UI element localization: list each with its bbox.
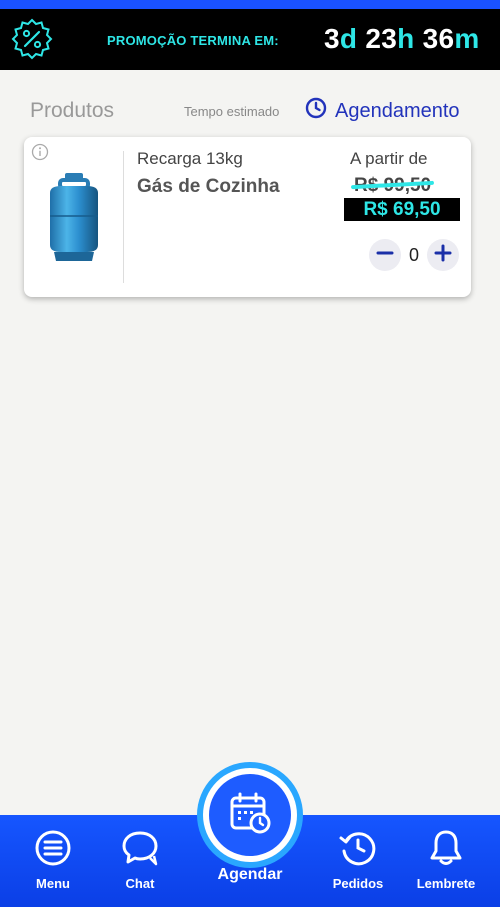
plus-icon [434, 244, 452, 267]
countdown-minutes-unit: m [454, 23, 480, 54]
estimated-time-label: Tempo estimado [184, 104, 280, 119]
bell-icon [426, 815, 466, 872]
nav-chat[interactable]: Chat [100, 815, 180, 907]
percent-badge-icon [10, 17, 54, 61]
schedule-button-label: Agendar [217, 866, 283, 883]
minus-icon [376, 244, 394, 267]
nav-reminder[interactable]: Lembrete [406, 815, 486, 907]
product-card[interactable]: Recarga 13kg Gás de Cozinha A partir de … [24, 137, 471, 297]
nav-menu[interactable]: Menu [13, 815, 93, 907]
countdown-hours: 23 [365, 23, 398, 54]
countdown-minutes: 36 [422, 23, 455, 54]
menu-icon [34, 815, 72, 872]
promo-price: R$ 69,50 [344, 198, 460, 221]
countdown-hours-unit: h [397, 23, 415, 54]
card-divider [123, 151, 124, 283]
decrease-button[interactable] [369, 239, 401, 271]
quantity-value: 0 [408, 245, 419, 265]
countdown-days-unit: d [339, 23, 358, 54]
nav-reminder-label: Lembrete [416, 876, 476, 891]
countdown-timer: 3d 23h 36m [324, 23, 480, 55]
from-label: A partir de [350, 149, 428, 168]
info-icon[interactable] [31, 143, 49, 161]
nav-menu-label: Menu [36, 876, 70, 891]
product-name: Gás de Cozinha [137, 176, 280, 197]
nav-chat-label: Chat [125, 876, 155, 891]
page-title: Produtos [30, 99, 115, 122]
increase-button[interactable] [427, 239, 459, 271]
schedule-link[interactable]: Agendamento [305, 97, 460, 125]
nav-orders[interactable]: Pedidos [318, 815, 398, 907]
nav-orders-label: Pedidos [332, 876, 384, 891]
quantity-stepper: 0 [369, 239, 459, 271]
orders-history-icon [338, 815, 378, 872]
countdown-days: 3 [324, 23, 340, 54]
schedule-link-label: Agendamento [335, 99, 460, 122]
product-subtitle: Recarga 13kg [137, 149, 243, 168]
promo-text: PROMOÇÃO TERMINA EM: [107, 33, 279, 48]
calendar-clock-icon [227, 790, 273, 841]
gas-cylinder-icon [41, 171, 107, 263]
chat-icon [120, 815, 160, 872]
clock-icon [305, 97, 335, 125]
old-price: R$ 99,50 [354, 175, 432, 196]
schedule-button[interactable] [209, 774, 291, 856]
promo-banner: PROMOÇÃO TERMINA EM: 3d 23h 36m [0, 9, 500, 70]
top-accent-bar [0, 0, 500, 9]
